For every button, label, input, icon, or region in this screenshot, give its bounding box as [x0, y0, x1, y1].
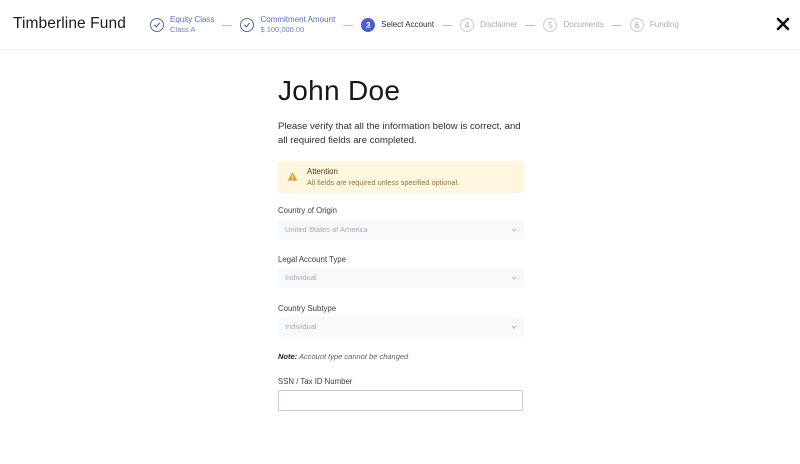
chevron-down-icon — [511, 228, 517, 232]
step-value: Class A — [170, 25, 196, 34]
step-label: Funding — [649, 20, 679, 29]
step-funding[interactable]: 6 Funding — [629, 18, 679, 32]
country-of-origin-select[interactable]: United States of America — [278, 220, 524, 240]
step-label: Commitment Amount — [260, 15, 336, 24]
warning-icon — [287, 171, 298, 181]
chevron-down-icon — [511, 276, 517, 280]
step-value: $ 100,000.00 — [260, 25, 305, 34]
select-value: Individual — [285, 322, 317, 331]
step-label: Equity Class — [170, 15, 215, 24]
step-separator — [611, 24, 622, 26]
attention-alert: Attention All fields are required unless… — [278, 161, 524, 193]
step-separator — [343, 24, 354, 26]
legal-account-type-label: Legal Account Type — [278, 255, 346, 264]
alert-title: Attention — [307, 167, 338, 176]
account-type-note: Note: Account type cannot be changed — [278, 352, 408, 361]
step-equity-class[interactable]: Equity Class Class A — [150, 15, 214, 35]
brand-title: Timberline Fund — [13, 15, 126, 32]
select-value: Individual — [285, 273, 317, 282]
step-separator — [525, 24, 536, 26]
check-icon — [240, 18, 255, 32]
legal-account-type-select[interactable]: Individual — [278, 268, 524, 288]
page-title: John Doe — [278, 75, 401, 106]
step-number: 3 — [361, 18, 376, 32]
top-header: Timberline Fund Equity Class Class A Com… — [0, 0, 800, 50]
step-disclaimer[interactable]: 4 Disclaimer — [460, 18, 517, 32]
step-commitment-amount[interactable]: Commitment Amount $ 100,000.00 — [240, 15, 335, 35]
step-number: 4 — [460, 18, 475, 32]
country-of-origin-label: Country of Origin — [278, 206, 337, 215]
note-text: Account type cannot be changed — [297, 352, 409, 361]
step-label: Documents — [563, 20, 604, 29]
step-number: 5 — [543, 18, 558, 32]
ssn-input[interactable] — [278, 390, 523, 411]
ssn-label: SSN / Tax ID Number — [278, 377, 353, 386]
alert-text: All fields are required unless specified… — [307, 178, 460, 187]
step-label: Select Account — [381, 20, 435, 29]
close-button[interactable] — [774, 15, 792, 33]
step-label: Disclaimer — [480, 20, 518, 29]
chevron-down-icon — [511, 325, 517, 329]
close-icon — [776, 17, 790, 31]
country-subtype-label: Country Subtype — [278, 304, 337, 313]
select-value: United States of America — [285, 225, 368, 234]
step-number: 6 — [629, 18, 644, 32]
country-subtype-select[interactable]: Individual — [278, 317, 524, 337]
note-prefix: Note: — [278, 352, 298, 361]
step-separator — [222, 24, 233, 26]
page-description: Please verify that all the information b… — [278, 121, 521, 146]
step-separator — [442, 24, 453, 26]
check-icon — [150, 18, 164, 32]
progress-stepper: Equity Class Class A Commitment Amount $… — [150, 13, 679, 37]
step-select-account[interactable]: 3 Select Account — [361, 18, 434, 32]
step-documents[interactable]: 5 Documents — [543, 18, 604, 32]
account-form: John Doe Please verify that all the info… — [278, 74, 524, 411]
